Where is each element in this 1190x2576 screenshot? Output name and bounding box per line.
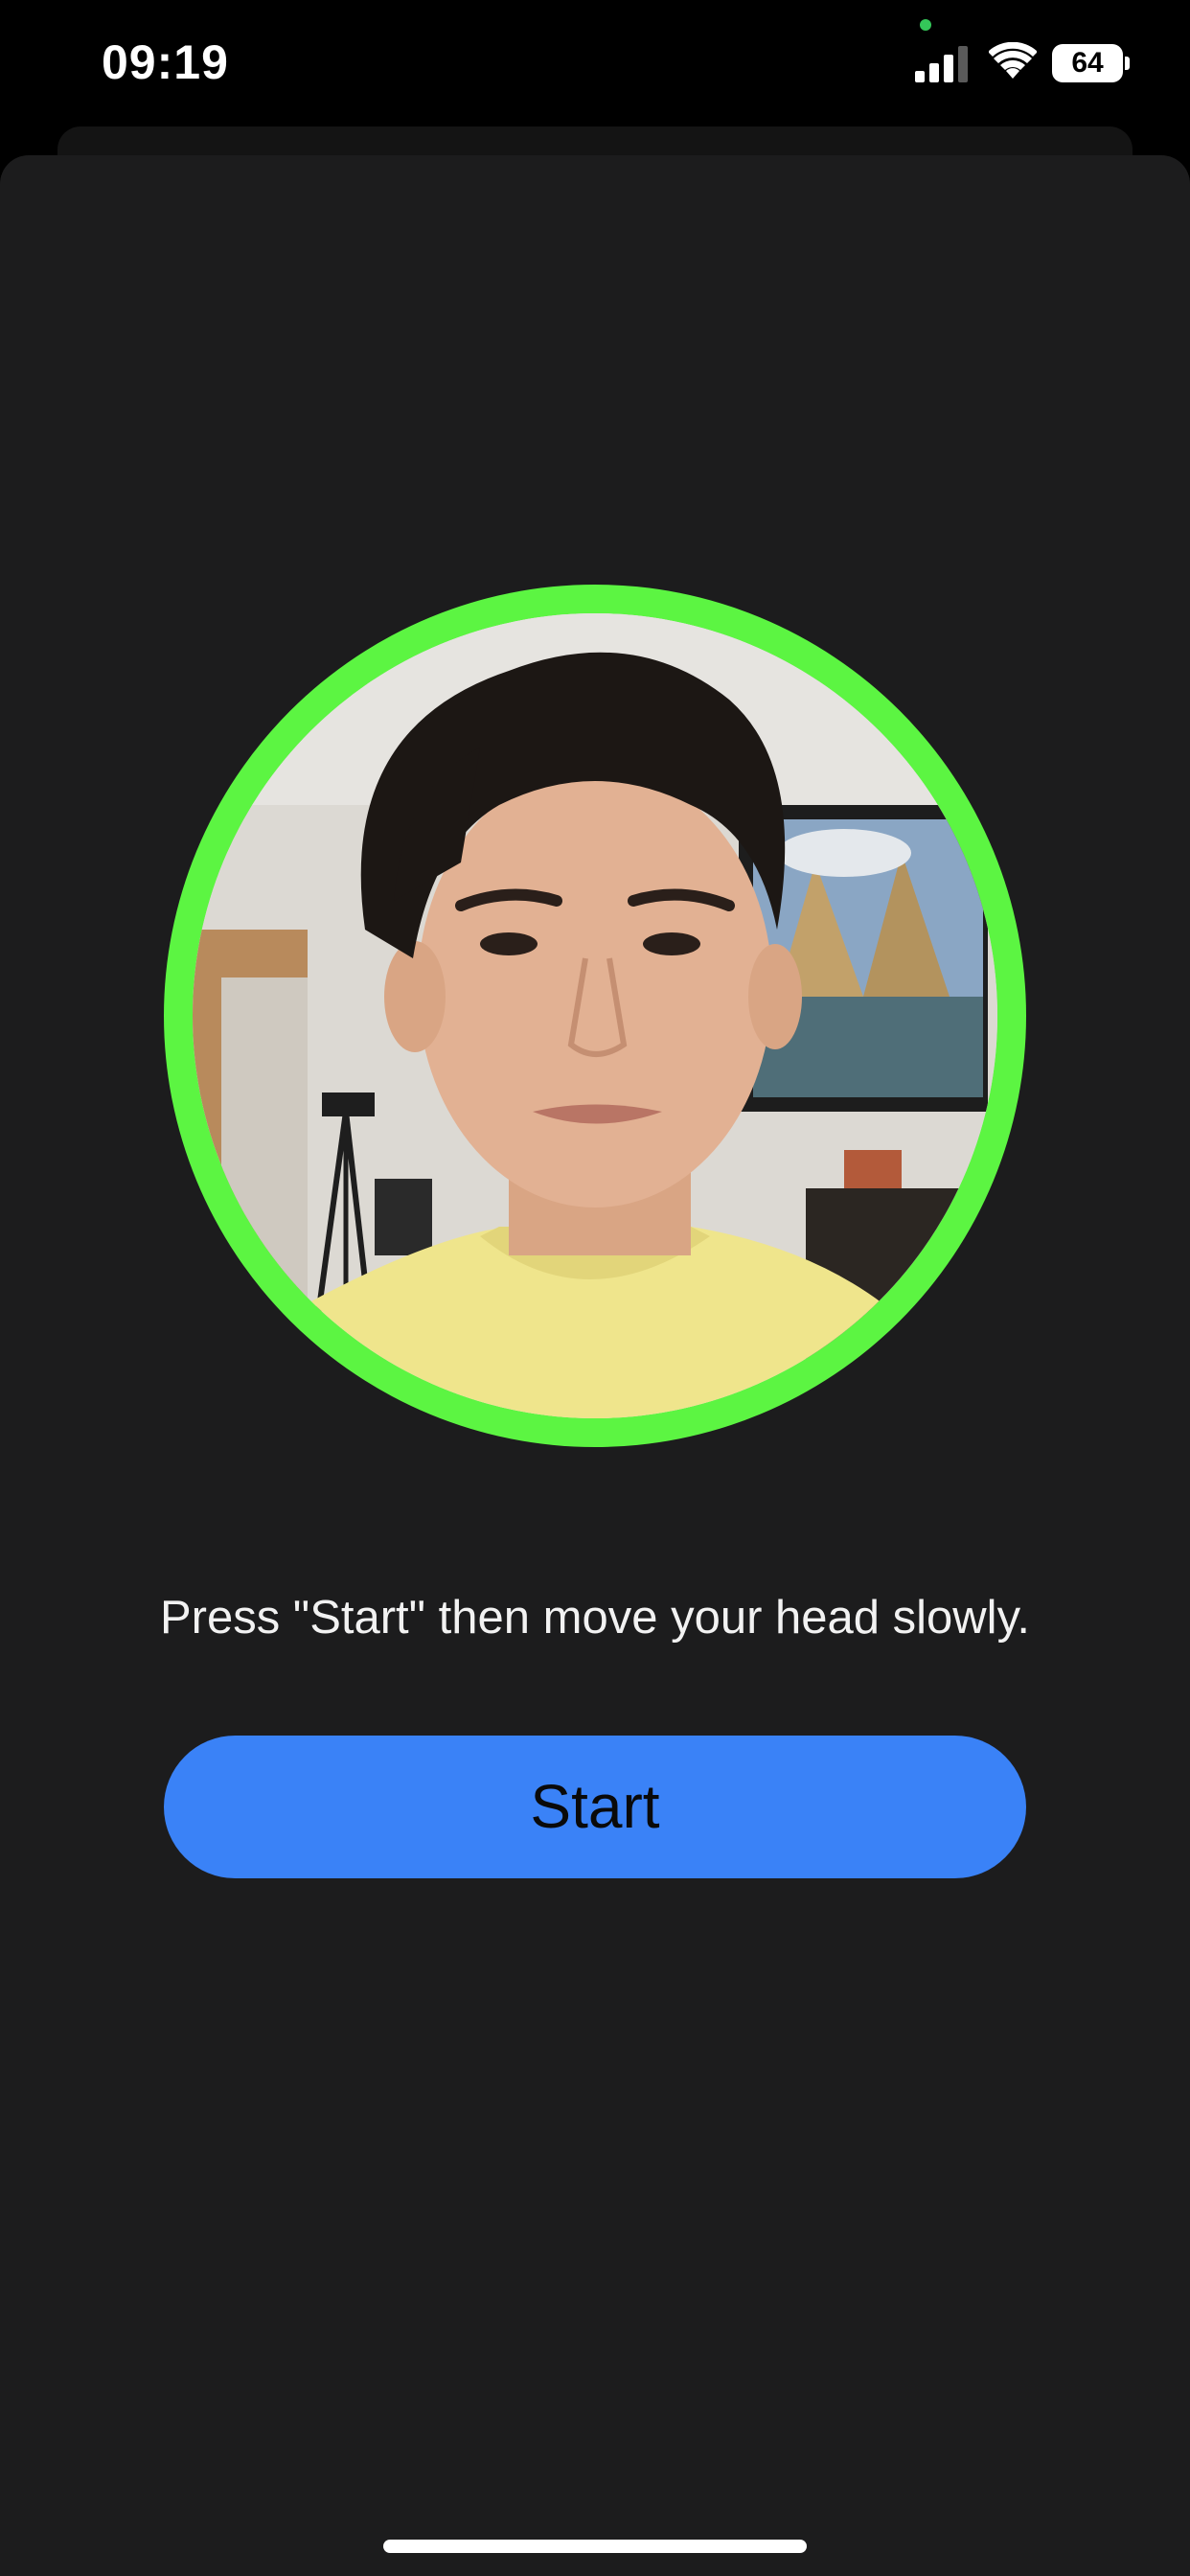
wifi-icon — [989, 42, 1037, 79]
battery-cap — [1125, 57, 1130, 70]
camera-in-use-indicator-icon — [920, 19, 931, 31]
battery-icon: 64 — [1052, 44, 1131, 82]
cellular-signal-icon — [915, 46, 968, 82]
battery-level: 64 — [1052, 44, 1123, 82]
camera-preview — [193, 613, 997, 1418]
camera-feed-image — [193, 613, 997, 1418]
start-button[interactable]: Start — [164, 1736, 1026, 1878]
home-indicator[interactable] — [383, 2540, 807, 2553]
instruction-text: Press "Start" then move your head slowly… — [159, 1592, 1031, 1644]
status-time: 09:19 — [102, 35, 229, 89]
status-bar: 09:19 64 — [0, 0, 1190, 125]
face-detection-ring — [164, 585, 1026, 1447]
